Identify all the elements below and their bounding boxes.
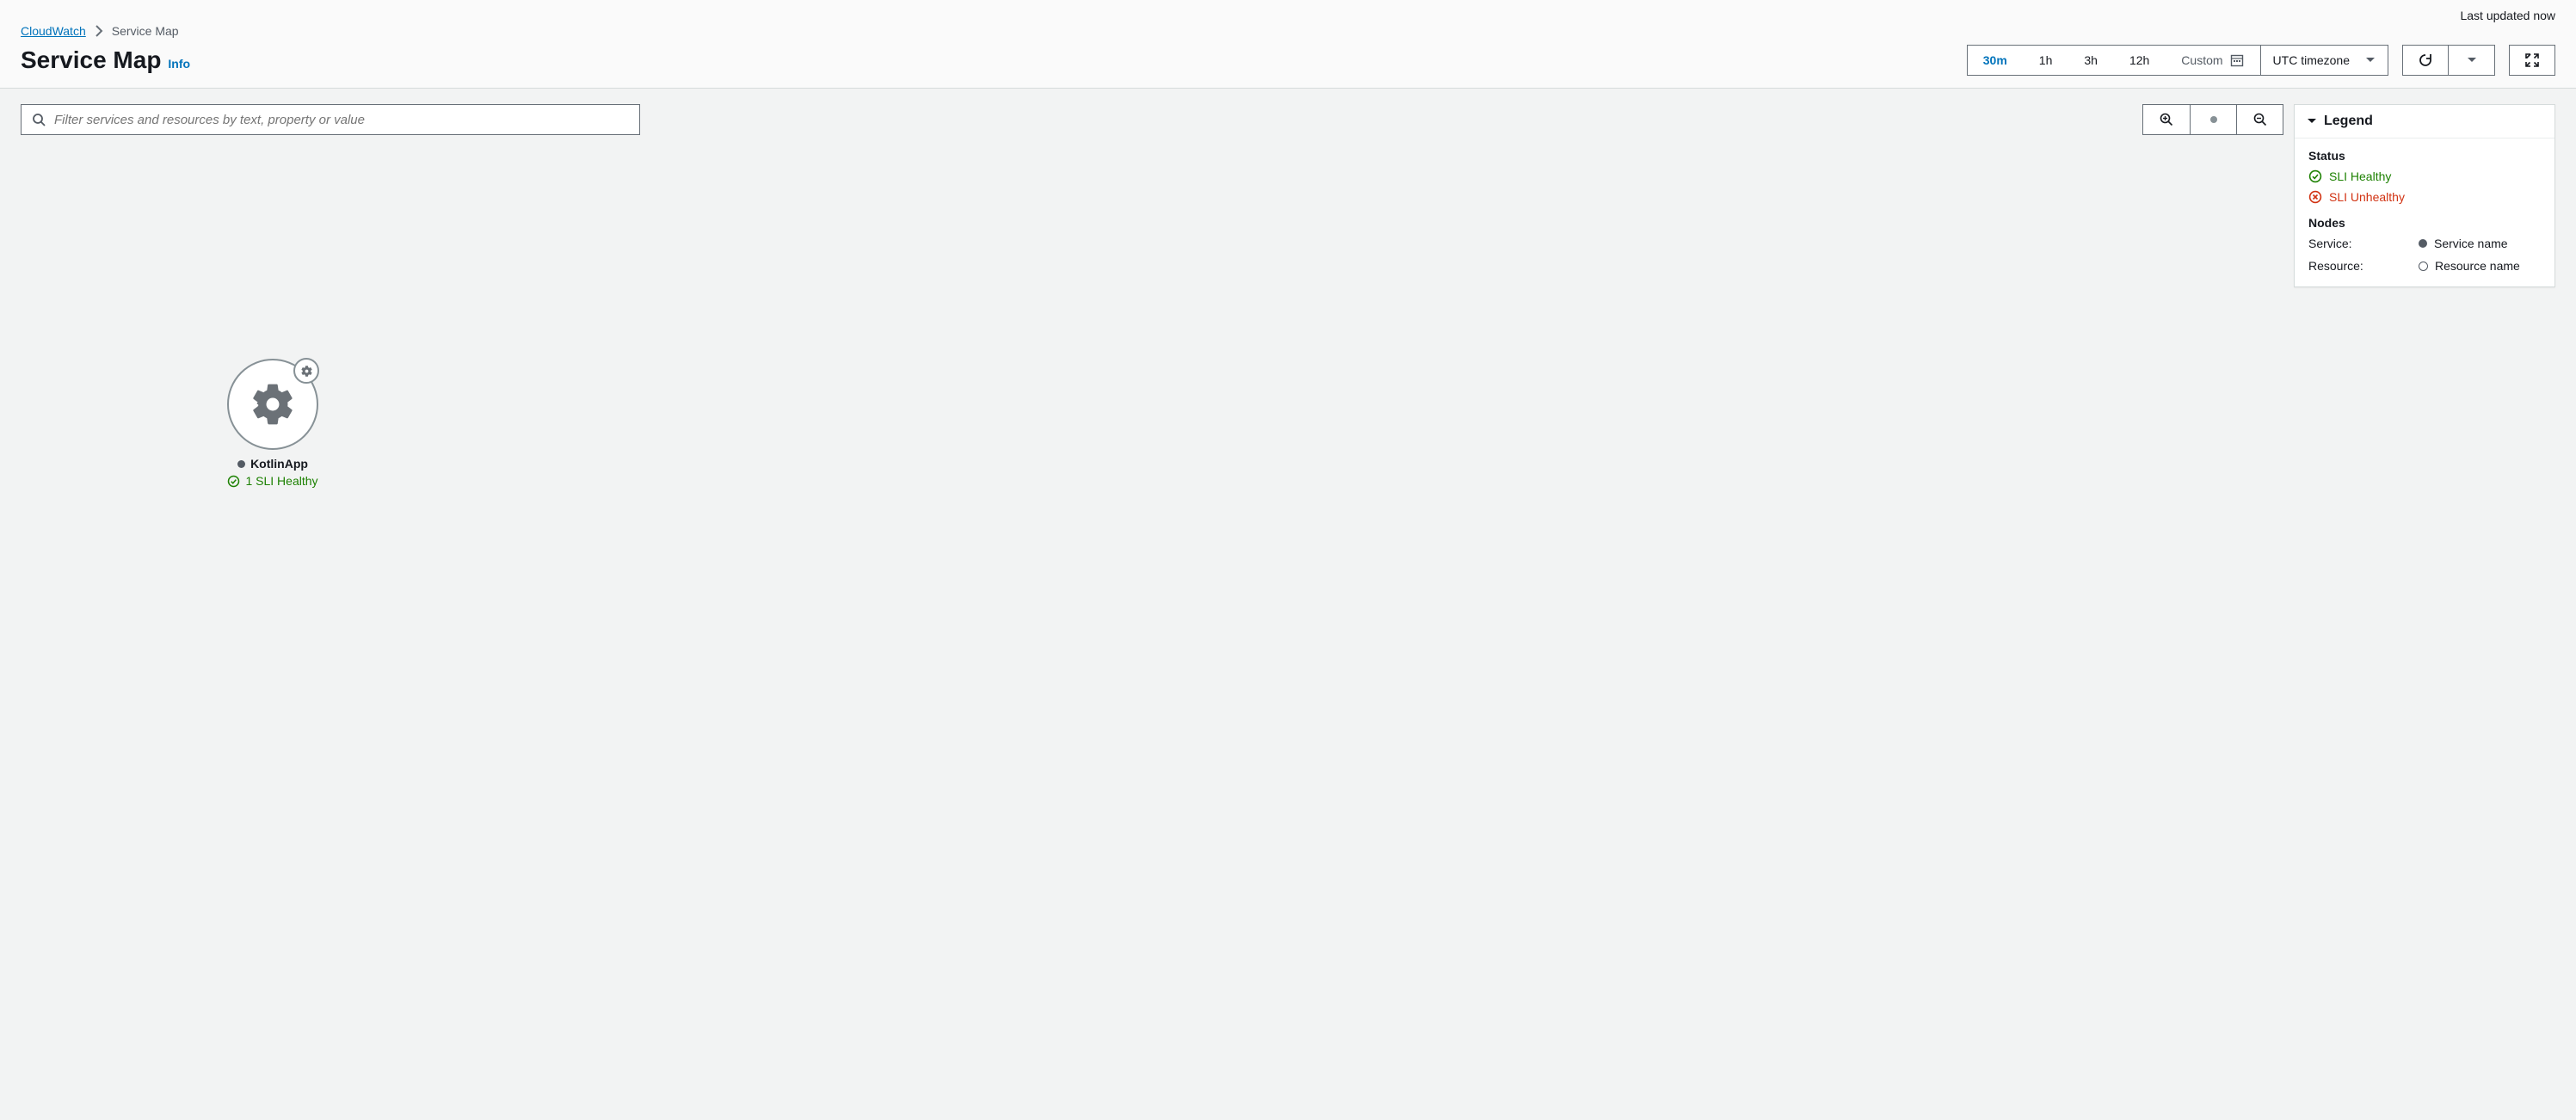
refresh-group bbox=[2402, 45, 2495, 76]
time-range-1h[interactable]: 1h bbox=[2024, 46, 2069, 75]
timezone-label: UTC timezone bbox=[2273, 53, 2350, 67]
info-link[interactable]: Info bbox=[168, 57, 190, 71]
service-node-circle[interactable] bbox=[227, 359, 318, 450]
caret-down-icon bbox=[2365, 57, 2376, 64]
zoom-in-icon bbox=[2160, 113, 2173, 126]
filled-circle-icon bbox=[237, 460, 245, 468]
time-range-3h[interactable]: 3h bbox=[2068, 46, 2114, 75]
title-row: Service Map Info 30m 1h 3h 12h Custom UT… bbox=[21, 45, 2555, 76]
zoom-controls bbox=[2142, 104, 2283, 135]
service-node[interactable]: KotlinApp 1 SLI Healthy bbox=[227, 359, 318, 488]
gear-icon bbox=[249, 380, 297, 428]
check-circle-icon bbox=[227, 475, 240, 488]
last-updated-text: Last updated now bbox=[21, 9, 2555, 22]
refresh-dropdown-button[interactable] bbox=[2449, 45, 2495, 76]
breadcrumb: CloudWatch Service Map bbox=[21, 24, 2555, 38]
time-range-12h[interactable]: 12h bbox=[2114, 46, 2166, 75]
legend-toggle[interactable]: Legend bbox=[2295, 105, 2554, 138]
refresh-icon bbox=[2418, 52, 2433, 68]
content-area: Legend Status SLI Healthy SLI Unhealthy … bbox=[0, 89, 2576, 598]
toolbar-right: 30m 1h 3h 12h Custom UTC timezone bbox=[1967, 45, 2555, 76]
refresh-button[interactable] bbox=[2402, 45, 2449, 76]
chevron-right-icon bbox=[95, 25, 103, 37]
header-bar: Last updated now CloudWatch Service Map … bbox=[0, 0, 2576, 89]
service-node-status-text: 1 SLI Healthy bbox=[245, 474, 317, 488]
time-range-group: 30m 1h 3h 12h Custom UTC timezone bbox=[1967, 45, 2388, 76]
service-node-label: KotlinApp bbox=[237, 457, 308, 471]
title-left: Service Map Info bbox=[21, 46, 190, 74]
service-node-status: 1 SLI Healthy bbox=[227, 474, 317, 488]
breadcrumb-current: Service Map bbox=[112, 24, 179, 38]
time-range-30m[interactable]: 30m bbox=[1968, 46, 2024, 75]
legend-title: Legend bbox=[2324, 114, 2373, 129]
timezone-select[interactable]: UTC timezone bbox=[2260, 46, 2388, 75]
filter-input[interactable] bbox=[54, 113, 629, 127]
calendar-icon bbox=[2230, 53, 2244, 67]
service-node-name: KotlinApp bbox=[250, 457, 308, 471]
expand-icon bbox=[2524, 52, 2540, 68]
time-range-custom[interactable]: Custom bbox=[2166, 46, 2259, 75]
search-icon bbox=[32, 113, 46, 126]
dot-icon bbox=[2210, 116, 2217, 123]
service-map-canvas[interactable]: KotlinApp 1 SLI Healthy bbox=[21, 135, 2555, 582]
caret-down-icon bbox=[2467, 57, 2477, 64]
zoom-reset-button[interactable] bbox=[2190, 105, 2236, 134]
time-range-custom-label: Custom bbox=[2181, 53, 2222, 67]
filter-search-box[interactable] bbox=[21, 104, 640, 135]
zoom-out-icon bbox=[2253, 113, 2267, 126]
breadcrumb-root-link[interactable]: CloudWatch bbox=[21, 24, 86, 38]
page-title: Service Map bbox=[21, 46, 161, 74]
caret-down-icon bbox=[2307, 118, 2317, 125]
service-node-badge bbox=[293, 358, 319, 384]
gear-icon bbox=[300, 365, 313, 378]
zoom-out-button[interactable] bbox=[2236, 105, 2283, 134]
zoom-in-button[interactable] bbox=[2143, 105, 2190, 134]
fullscreen-button[interactable] bbox=[2509, 45, 2555, 76]
